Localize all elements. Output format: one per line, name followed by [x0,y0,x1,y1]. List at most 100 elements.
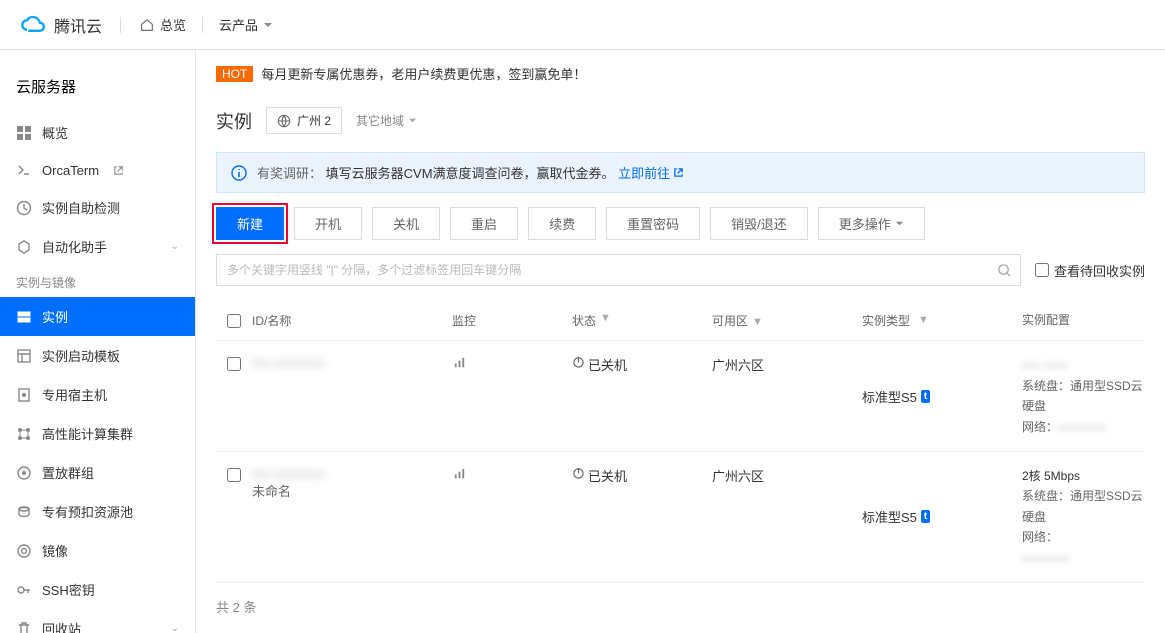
sidebar-item-placement-group[interactable]: 置放群组 [0,453,195,492]
cell-type: 标准型S5 t [862,466,1022,568]
type-badge-icon: t [921,390,930,403]
cell-name[interactable]: ins-xxxxxxxx 未命名 [252,466,452,568]
check-icon [16,200,32,216]
placement-icon [16,465,32,481]
sidebar-item-overview[interactable]: 概览 [0,113,195,152]
power-icon [572,466,588,568]
cell-monitor[interactable] [452,355,572,437]
restart-button[interactable]: 重启 [450,207,518,240]
survey-notice: 有奖调研： 填写云服务器CVM满意度调查问卷，赢取代金券。 立即前往 [216,152,1145,193]
search-box [216,254,1021,286]
table-row: ins-xxxxxxxx 未命名 已关机 广州六区 标准型S5 t 2核 5Mb… [216,452,1145,583]
search-row: 查看待回收实例 [216,254,1145,286]
more-actions-button[interactable]: 更多操作 [818,207,925,240]
cluster-icon [16,426,32,442]
select-all-checkbox[interactable] [227,314,241,328]
key-icon [16,582,32,598]
destroy-button[interactable]: 销毁/退还 [710,207,808,240]
sidebar-item-recycle-bin[interactable]: 回收站 ⌄ [0,609,195,633]
reset-password-button[interactable]: 重置密码 [606,207,700,240]
header-products[interactable]: 云产品 [219,15,273,34]
instance-icon [16,309,32,325]
cloud-logo-icon [20,11,48,39]
globe-icon [277,114,291,128]
home-icon [139,17,155,33]
sidebar-item-hpc-cluster[interactable]: 高性能计算集群 [0,414,195,453]
filter-icon[interactable]: ▼ [752,316,763,328]
action-row: 新建 开机 关机 重启 续费 重置密码 销毁/退还 更多操作 [216,207,1145,240]
col-header-type[interactable]: 实例类型▼ [862,312,1022,329]
bars-icon [452,355,467,370]
cell-status: 已关机 [572,466,712,568]
sidebar-item-ssh-keys[interactable]: SSH密钥 [0,570,195,609]
chevron-down-icon: ⌄ [171,241,179,252]
row-checkbox[interactable] [227,468,241,482]
region-selector[interactable]: 广州 2 [266,107,342,134]
template-icon [16,348,32,364]
col-header-zone[interactable]: 可用区▼ [712,312,862,329]
col-header-spec: 实例配置 [1022,310,1145,330]
col-header-status[interactable]: 状态▼ [572,312,712,329]
chevron-down-icon [408,116,417,125]
cell-status: 已关机 [572,355,712,437]
sidebar-item-orcaterm[interactable]: OrcaTerm [0,152,195,188]
cell-spec: xxx xxxx 系统盘：通用型SSD云硬盘 网络：xxxxxxxx [1022,355,1145,437]
top-header: 腾讯云 总览 云产品 [0,0,1165,50]
table-row: ins-xxxxxxxx 已关机 广州六区 标准型S5 t xxx xxxx 系… [216,341,1145,452]
search-icon[interactable] [990,263,1020,278]
chevron-down-icon [895,219,904,228]
bars-icon [452,466,467,481]
notice-link[interactable]: 立即前往 [618,163,684,182]
external-link-icon [673,167,684,178]
page-title: 实例 [216,108,252,134]
chevron-down-icon: ⌄ [171,623,179,633]
header-sep [202,17,203,33]
chevron-down-icon [263,20,273,30]
search-input[interactable] [217,255,990,285]
recycle-checkbox-input[interactable] [1035,263,1049,277]
col-header-name[interactable]: ID/名称 [252,312,452,329]
create-button[interactable]: 新建 [216,207,284,240]
header-overview[interactable]: 总览 [139,15,186,34]
hot-banner[interactable]: HOT 每月更新专属优惠券，老用户续费更优惠，签到赢免单！ [216,50,1145,97]
info-icon [231,165,247,181]
title-row: 实例 广州 2 其它地域 [216,97,1145,152]
start-button[interactable]: 开机 [294,207,362,240]
main-content: HOT 每月更新专属优惠券，老用户续费更优惠，签到赢免单！ 实例 广州 2 其它… [196,50,1165,633]
sidebar: 云服务器 概览 OrcaTerm 实例自助检测 自动化助手 ⌄ 实例与镜像 实例… [0,50,196,633]
type-badge-icon: t [921,510,930,523]
renew-button[interactable]: 续费 [528,207,596,240]
cell-monitor[interactable] [452,466,572,568]
hot-text: 每月更新专属优惠券，老用户续费更优惠，签到赢免单！ [261,64,586,83]
sidebar-item-automation[interactable]: 自动化助手 ⌄ [0,227,195,266]
external-link-icon [113,165,124,176]
sidebar-item-dedicated-host[interactable]: 专用宿主机 [0,375,195,414]
col-header-monitor: 监控 [452,312,572,329]
view-recycle-checkbox[interactable]: 查看待回收实例 [1035,261,1145,280]
cell-zone: 广州六区 [712,355,862,437]
stop-button[interactable]: 关机 [372,207,440,240]
sidebar-title: 云服务器 [0,66,195,113]
sidebar-item-images[interactable]: 镜像 [0,531,195,570]
terminal-icon [16,162,32,178]
cell-spec: 2核 5Mbps 系统盘：通用型SSD云硬盘 网络： xxxxxxxx [1022,466,1145,568]
trash-icon [16,621,32,633]
brand-text: 腾讯云 [54,13,102,37]
table-footer: 共 2 条 [216,583,1145,630]
sidebar-item-instances[interactable]: 实例 [0,297,195,336]
sidebar-item-launch-template[interactable]: 实例启动模板 [0,336,195,375]
table-header: ID/名称 监控 状态▼ 可用区▼ 实例类型▼ 实例配置 [216,300,1145,341]
cell-type: 标准型S5 t [862,355,1022,437]
sidebar-section-label: 实例与镜像 [0,266,195,297]
row-checkbox[interactable] [227,357,241,371]
sidebar-item-reserved-pool[interactable]: 专有预扣资源池 [0,492,195,531]
pool-icon [16,504,32,520]
cell-name[interactable]: ins-xxxxxxxx [252,355,452,437]
sidebar-item-selfcheck[interactable]: 实例自助检测 [0,188,195,227]
notice-prefix: 有奖调研： [257,166,322,181]
notice-text: 填写云服务器CVM满意度调查问卷，赢取代金券。 [326,166,615,181]
other-region-selector[interactable]: 其它地域 [356,112,417,129]
filter-icon[interactable]: ▼ [600,312,611,329]
filter-icon[interactable]: ▼ [918,314,929,326]
brand-logo[interactable]: 腾讯云 [20,11,102,39]
